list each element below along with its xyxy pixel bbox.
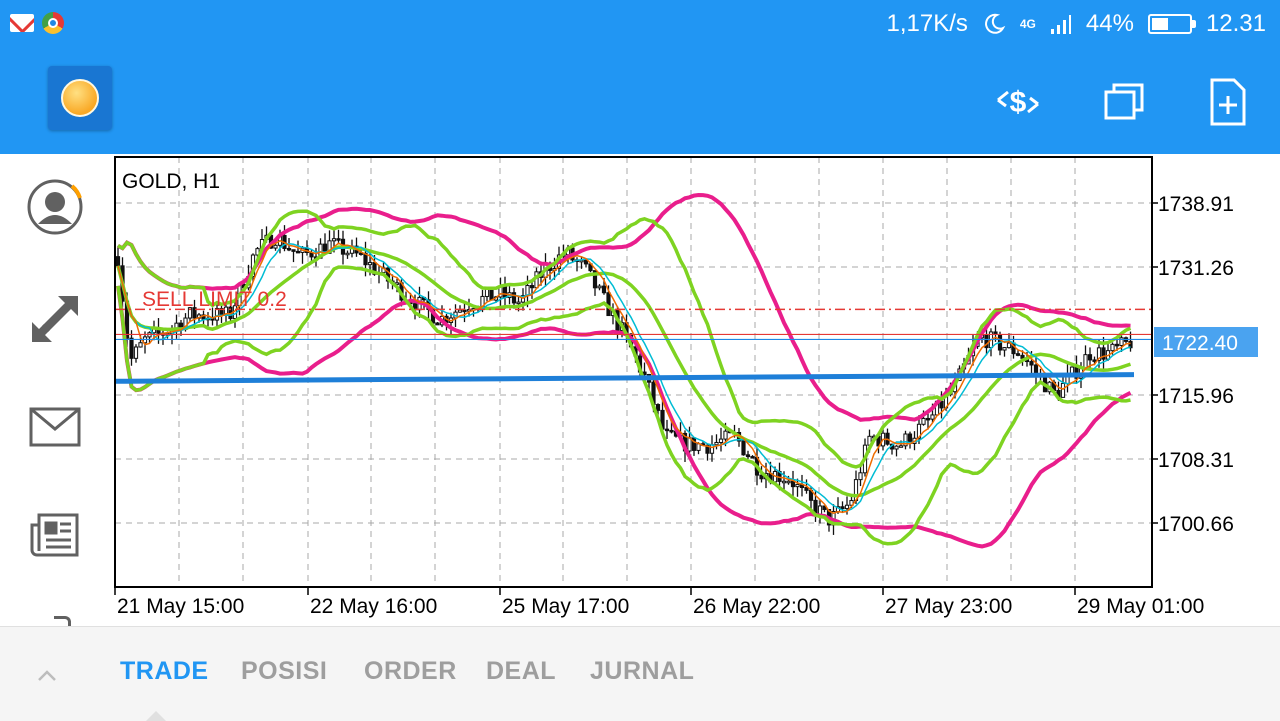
chrome-icon <box>42 12 64 34</box>
candle-body <box>921 417 926 425</box>
candle-body <box>930 414 935 420</box>
candle-body <box>367 262 373 266</box>
moon-icon <box>984 13 1006 34</box>
candle-body <box>138 342 143 348</box>
time-label: 27 May 23:00 <box>885 595 1012 618</box>
price-label: 1708.31 <box>1158 449 1234 472</box>
candle-body <box>129 337 134 359</box>
candle-body <box>925 417 931 421</box>
candle-body <box>133 346 139 359</box>
candle-body <box>511 292 517 304</box>
candle-body <box>462 309 467 313</box>
tab-posisi[interactable]: POSISI <box>241 657 327 686</box>
price-label: 1715.96 <box>1158 385 1234 408</box>
candle-body <box>898 445 904 448</box>
candle-body <box>336 238 341 241</box>
candle-body <box>741 440 746 456</box>
candle-body <box>1015 353 1021 356</box>
candle-body <box>345 252 350 256</box>
candle-body <box>718 438 724 443</box>
candle-body <box>1110 343 1115 352</box>
candle-body <box>583 259 589 265</box>
candle-body <box>286 247 292 251</box>
candle-body <box>696 443 701 451</box>
candle-body <box>790 480 796 488</box>
price-chart[interactable]: 1738.91 1731.26 1715.96 1708.31 1700.66 21 M… <box>0 154 1280 626</box>
candle-body <box>291 249 296 252</box>
candle-body <box>597 285 602 289</box>
time-label: 22 May 16:00 <box>310 595 437 618</box>
candle-body <box>1029 361 1034 366</box>
bottom-tab-bar: TRADE POSISI ORDER DEAL JURNAL <box>0 626 1280 721</box>
candle-body <box>273 244 278 249</box>
candle-body <box>781 480 787 484</box>
candle-body <box>1033 364 1039 375</box>
time-label: 25 May 17:00 <box>502 595 629 618</box>
candle-body <box>1002 347 1007 351</box>
candle-body <box>1087 354 1093 361</box>
candle-body <box>750 456 755 459</box>
time-label: 26 May 22:00 <box>693 595 820 618</box>
candle-body <box>669 429 674 433</box>
candle-body <box>516 301 521 305</box>
one-click-trading-icon[interactable]: $ <box>990 74 1046 130</box>
candle-body <box>1083 354 1088 369</box>
svg-text:$: $ <box>1010 86 1027 119</box>
tab-jurnal[interactable]: JURNAL <box>590 657 694 686</box>
symbol-title: GOLD, H1 <box>122 170 220 193</box>
candle-body <box>840 506 845 510</box>
status-bar: 1,17K/s 4G 44% 12.31 <box>0 0 1280 52</box>
candle-body <box>295 250 301 254</box>
gmail-icon <box>10 14 34 32</box>
tab-trade[interactable]: TRADE <box>120 657 209 686</box>
candle-body <box>709 444 715 454</box>
battery-icon <box>1147 14 1196 34</box>
sell-limit-label: SELL LIMIT 0.2 <box>142 288 287 311</box>
price-label: 1738.91 <box>1158 193 1234 216</box>
time-label: 29 May 01:00 <box>1077 595 1204 618</box>
candle-body <box>745 454 751 458</box>
app-bar: $ <box>0 52 1280 154</box>
network-type: 4G <box>1019 17 1036 31</box>
windows-icon[interactable] <box>1096 74 1152 130</box>
candle-body <box>858 472 863 481</box>
metatrader-logo-icon[interactable] <box>48 66 112 130</box>
tab-deal[interactable]: DEAL <box>486 657 556 686</box>
candle-body <box>457 309 463 313</box>
new-order-icon[interactable] <box>1200 74 1256 130</box>
candle-body <box>1006 342 1012 349</box>
candle-body <box>723 430 728 440</box>
candle-body <box>1092 359 1097 362</box>
clock: 12.31 <box>1205 10 1266 37</box>
current-price: 1722.40 <box>1162 332 1238 355</box>
candle-body <box>529 285 535 289</box>
candle-body <box>655 404 661 411</box>
candle-body <box>844 504 850 510</box>
candle-body <box>664 428 670 432</box>
candle-body <box>817 505 823 515</box>
candle-body <box>894 445 899 450</box>
candle-body <box>795 483 800 488</box>
candle-body <box>115 256 121 267</box>
net-speed: 1,17K/s <box>886 10 968 37</box>
candle-body <box>691 437 697 451</box>
candle-body <box>1060 382 1066 398</box>
candle-body <box>786 480 791 484</box>
tab-order[interactable]: ORDER <box>364 657 457 686</box>
candle-body <box>331 238 337 242</box>
candle-body <box>489 288 494 301</box>
time-label: 21 May 15:00 <box>117 595 244 618</box>
candle-body <box>601 285 607 294</box>
price-label: 1700.66 <box>1158 513 1234 536</box>
battery-percent: 44% <box>1085 10 1134 37</box>
candle-body <box>502 286 508 299</box>
price-label: 1731.26 <box>1158 257 1234 280</box>
candle-body <box>1114 343 1120 347</box>
chevron-up-icon[interactable] <box>36 665 58 687</box>
candle-body <box>435 322 440 326</box>
signal-icon <box>1050 15 1071 34</box>
candle-body <box>714 441 719 446</box>
